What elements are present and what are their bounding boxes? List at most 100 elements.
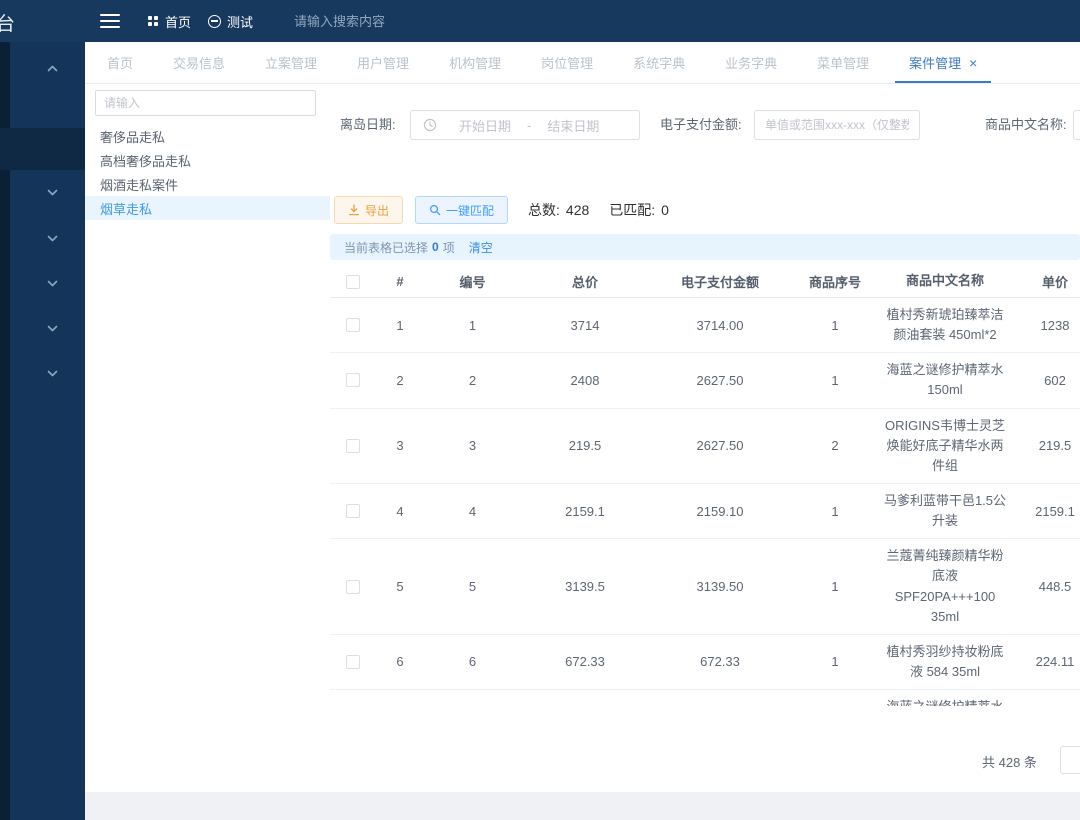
clear-selection-link[interactable]: 清空 (469, 239, 493, 256)
row-checkbox-cell (330, 439, 375, 453)
tab-label: 用户管理 (357, 53, 409, 72)
filter-row: 离岛日期: 开始日期 - 结束日期 电子支付金额: 商品中文名称: (330, 110, 1080, 140)
row-checkbox[interactable] (346, 580, 360, 594)
topbar-test-link[interactable]: 测试 (208, 0, 253, 42)
cell-epay: 672.33 (650, 654, 790, 669)
logo-text: 台 (0, 9, 15, 36)
cell-seq: 1 (790, 654, 880, 669)
header-checkbox-cell (330, 275, 375, 289)
row-checkbox-cell (330, 504, 375, 518)
table-row: 442159.12159.101马爹利蓝带干邑1.5公升装2159.1 (330, 484, 1080, 539)
cell-name: 海蓝之谜修护精萃水 150ml (880, 690, 1010, 706)
table-row: 553139.53139.501兰蔻菁纯臻颜精华粉底液SPF20PA+++100… (330, 539, 1080, 635)
column-header-code: 编号 (425, 272, 520, 291)
epay-amount-input[interactable] (754, 110, 920, 140)
table-row: 66672.33672.331植村秀羽纱持妆粉底液 584 35ml224.11 (330, 635, 1080, 690)
cell-unit: 219.5 (1010, 438, 1080, 453)
chevron-down-icon[interactable] (46, 232, 59, 245)
tab-6[interactable]: 岗位管理 (521, 42, 613, 83)
table-row: 1137143714.001植村秀新琥珀臻萃洁颜油套装 450ml*21238 (330, 298, 1080, 353)
global-search-input[interactable] (292, 7, 512, 35)
tab-label: 菜单管理 (817, 53, 869, 72)
download-icon (348, 204, 360, 216)
tab-9[interactable]: 菜单管理 (797, 42, 889, 83)
cell-name: 兰蔻菁纯臻颜精华粉底液SPF20PA+++100 35ml (880, 539, 1010, 634)
row-checkbox[interactable] (346, 504, 360, 518)
hamburger-menu-icon[interactable] (100, 14, 120, 28)
tree-item[interactable]: 奢侈品走私 (85, 124, 330, 148)
chevron-down-icon[interactable] (46, 367, 59, 380)
date-separator: - (527, 118, 531, 133)
cell-code: 2 (425, 373, 520, 388)
cell-epay: 2159.10 (650, 504, 790, 519)
cell-epay: 2627.50 (650, 438, 790, 453)
cell-code: 6 (425, 654, 520, 669)
selection-suffix: 项 (443, 239, 455, 256)
page-size-select[interactable] (1060, 746, 1080, 774)
tab-label: 交易信息 (173, 53, 225, 72)
table-body: 1137143714.001植村秀新琥珀臻萃洁颜油套装 450ml*212382… (330, 298, 1080, 706)
cell-unit: 224.11 (1010, 654, 1080, 669)
cell-total: 672.33 (520, 654, 650, 669)
tree-item-label: 烟草走私 (100, 199, 152, 218)
tab-4[interactable]: 用户管理 (337, 42, 429, 83)
date-range-picker[interactable]: 开始日期 - 结束日期 (410, 110, 640, 140)
row-checkbox[interactable] (346, 318, 360, 332)
row-checkbox-cell (330, 373, 375, 387)
row-checkbox-cell (330, 655, 375, 669)
tree-search-input[interactable] (95, 90, 316, 116)
row-checkbox[interactable] (346, 373, 360, 387)
sidebar-active-item[interactable] (0, 128, 85, 170)
cell-unit: 448.5 (1010, 579, 1080, 594)
case-type-panel: 奢侈品走私 高档奢侈品走私 烟酒走私案件 烟草走私 (85, 84, 330, 784)
tree-item[interactable]: 烟草走私 (85, 196, 330, 220)
cell-seq: 1 (790, 579, 880, 594)
one-click-match-button[interactable]: 一键匹配 (415, 196, 508, 224)
chevron-down-icon[interactable] (46, 322, 59, 335)
tab-8[interactable]: 业务字典 (705, 42, 797, 83)
tab-10[interactable]: 案件管理 × (889, 42, 997, 83)
tab-2[interactable]: 交易信息 (153, 42, 245, 83)
product-name-input[interactable] (1073, 110, 1080, 140)
cell-epay: 3714.00 (650, 318, 790, 333)
row-checkbox[interactable] (346, 655, 360, 669)
cell-code: 4 (425, 504, 520, 519)
bottom-strip (85, 792, 1080, 820)
cell-code: 3 (425, 438, 520, 453)
cell-index: 4 (375, 504, 425, 519)
chevron-down-icon[interactable] (46, 277, 59, 290)
select-all-checkbox[interactable] (346, 275, 360, 289)
table-row: 2224082627.501海蓝之谜修护精萃水 150ml602 (330, 353, 1080, 408)
main-panel: 离岛日期: 开始日期 - 结束日期 电子支付金额: 商品中文名称: 导出 一键匹… (330, 84, 1080, 792)
tree-item-label: 奢侈品走私 (100, 127, 165, 146)
tab-3[interactable]: 立案管理 (245, 42, 337, 83)
export-button[interactable]: 导出 (334, 196, 403, 224)
cell-index: 2 (375, 373, 425, 388)
cell-total: 3139.5 (520, 579, 650, 594)
tab-close-icon[interactable]: × (969, 56, 977, 70)
column-header-unit: 单价 (1010, 272, 1080, 291)
pagination-total: 共 428 条 (982, 752, 1037, 771)
tab-1[interactable]: 首页 (87, 42, 153, 83)
product-name-filter-label: 商品中文名称: (985, 110, 1067, 140)
row-checkbox[interactable] (346, 439, 360, 453)
tree-item[interactable]: 烟酒走私案件 (85, 172, 330, 196)
column-header-name: 商品中文名称 (880, 266, 1010, 299)
tree-item[interactable]: 高档奢侈品走私 (85, 148, 330, 172)
tab-7[interactable]: 系统字典 (613, 42, 705, 83)
left-sidebar (0, 42, 85, 820)
selection-alert-bar: 当前表格已选择 0 项 清空 (330, 234, 1080, 260)
results-table: #编号总价电子支付金额商品序号商品中文名称单价 1137143714.001植村… (330, 266, 1080, 706)
tab-5[interactable]: 机构管理 (429, 42, 521, 83)
cell-seq: 1 (790, 504, 880, 519)
start-date-placeholder: 开始日期 (459, 116, 511, 135)
column-header-epay: 电子支付金额 (650, 272, 790, 291)
end-date-placeholder: 结束日期 (547, 116, 599, 135)
cell-epay: 3139.50 (650, 579, 790, 594)
topbar-home-link[interactable]: 首页 (148, 0, 191, 42)
cell-seq: 1 (790, 373, 880, 388)
chevron-down-icon[interactable] (46, 186, 59, 199)
top-navbar: 台 首页 测试 (0, 0, 1080, 42)
cell-unit: 1238 (1010, 318, 1080, 333)
chevron-up-icon[interactable] (46, 62, 59, 75)
